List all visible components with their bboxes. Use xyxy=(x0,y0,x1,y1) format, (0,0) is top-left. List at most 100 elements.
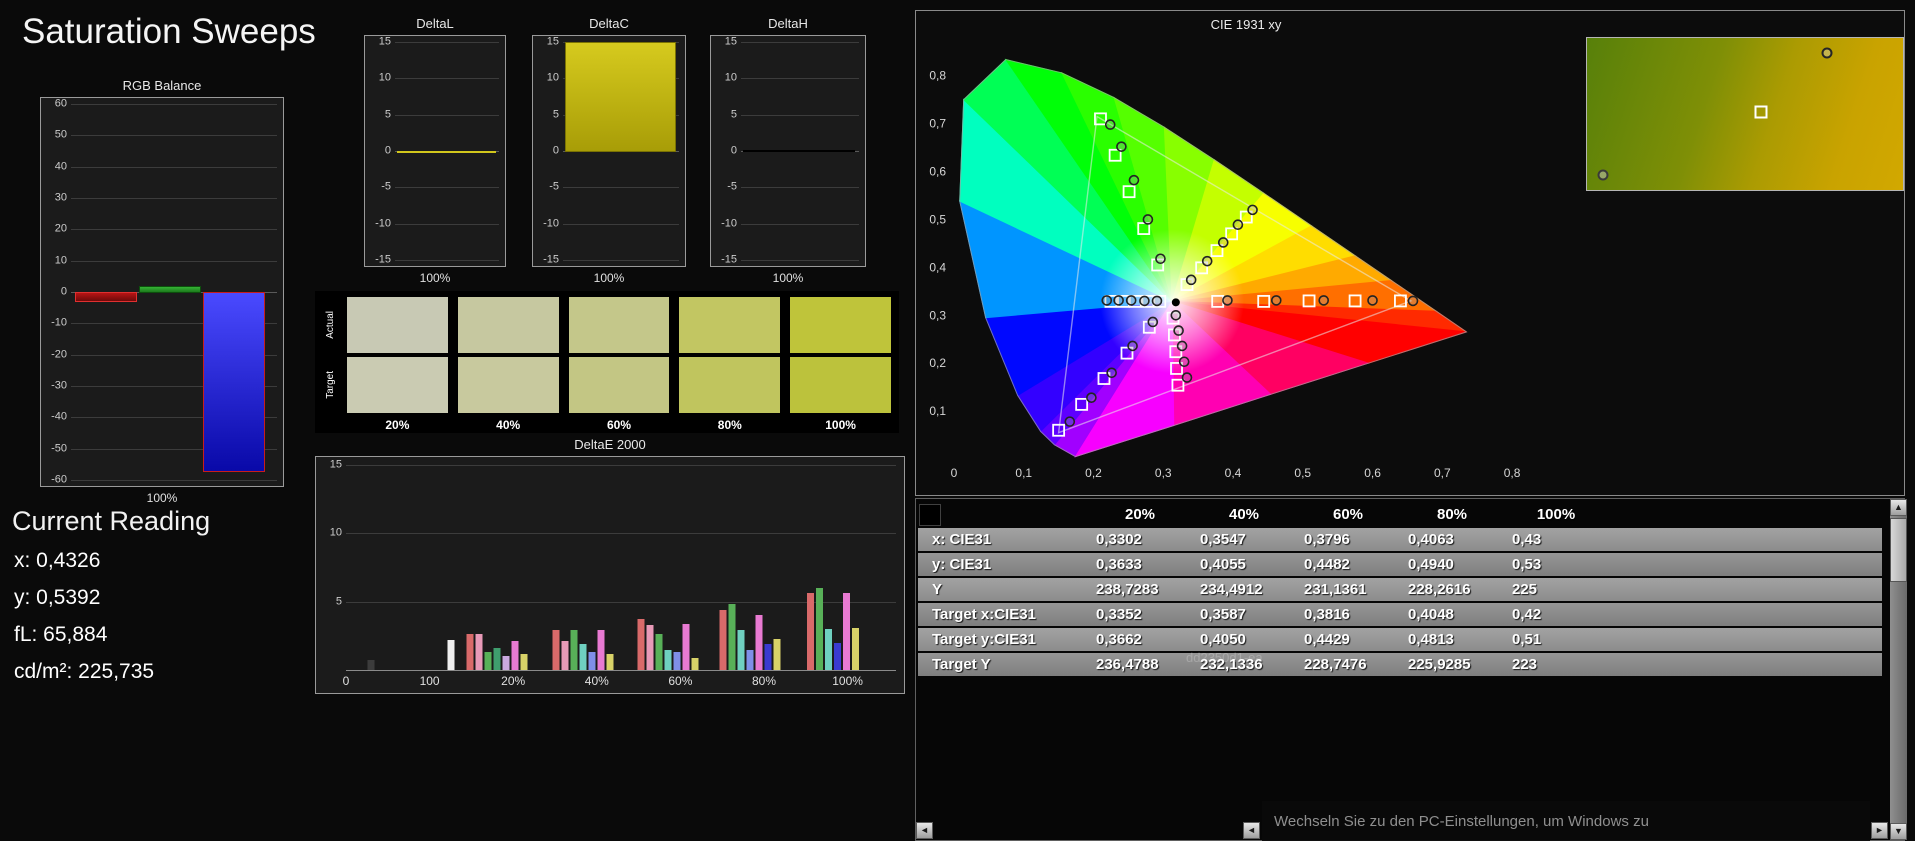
y-tick-label: 10 xyxy=(546,71,559,84)
y-tick-label: 15 xyxy=(546,35,559,48)
deltae-bar xyxy=(511,641,519,670)
vertical-scrollbar-thumb[interactable] xyxy=(1890,518,1907,582)
cie-x-tick: 0,5 xyxy=(1294,466,1311,480)
table-row: x: CIE31 0,3302 0,3547 0,3796 0,4063 0,43 xyxy=(918,528,1882,551)
y-tick-label: 15 xyxy=(329,458,342,471)
swatch-col-label: 80% xyxy=(717,418,742,432)
deltae-bar xyxy=(682,623,690,670)
y-tick-label: -5 xyxy=(727,180,737,193)
table-value-cell: 236,4788 xyxy=(1096,656,1159,673)
gridline xyxy=(741,78,859,80)
table-value-cell: 0,3547 xyxy=(1200,531,1246,548)
y-tick-label: -10 xyxy=(51,316,67,329)
swatch-target-100% xyxy=(790,357,891,413)
cie-x-tick: 0,2 xyxy=(1085,466,1102,480)
deltae-bar-group xyxy=(552,465,613,670)
rgb_balance-bar-green xyxy=(138,285,201,293)
deltae-bar xyxy=(579,644,586,670)
windows-activation-toast: Wechseln Sie zu den PC-Einstellungen, um… xyxy=(1262,801,1870,841)
deltae-bar xyxy=(646,624,654,670)
table-row-label: x: CIE31 xyxy=(932,531,992,548)
deltae-bar xyxy=(606,653,613,670)
scroll-down-button[interactable]: ▼ xyxy=(1890,823,1907,840)
swatch-col-label: 40% xyxy=(496,418,521,432)
table-row: Target y:CIE31 0,3662 0,4050 0,4429 0,4813 0,… xyxy=(918,628,1882,651)
delta-c-title: DeltaC xyxy=(589,16,629,31)
rgb-balance-xlabel: 100% xyxy=(146,491,178,505)
measured-point xyxy=(1142,214,1154,225)
deltae-bar xyxy=(764,644,772,670)
y-tick-label: 15 xyxy=(378,35,391,48)
y-tick-label: 5 xyxy=(730,108,737,121)
target-point-icon xyxy=(1754,105,1768,119)
cie-x-tick: 0,6 xyxy=(1364,466,1381,480)
table-row-label: Target x:CIE31 xyxy=(932,606,1036,623)
table-value-cell: 0,4050 xyxy=(1200,631,1246,648)
swatch-target-20% xyxy=(347,357,448,413)
deltae-bar xyxy=(570,630,577,670)
swatch-target-60% xyxy=(568,357,670,413)
gridline xyxy=(71,480,277,481)
saturation-swatch-panel: Actual Target 20% 40% 60% 80% 100% xyxy=(315,291,899,433)
deltae-bar xyxy=(755,615,763,670)
gridline xyxy=(395,223,499,225)
measured-point xyxy=(1139,295,1150,307)
swatch-col-label: 100% xyxy=(825,418,856,432)
table-row: Target x:CIE31 0,3352 0,3587 0,3816 0,4048 0,… xyxy=(918,603,1882,626)
measured-point xyxy=(1127,340,1138,352)
y-tick-label: -15 xyxy=(375,253,391,266)
y-tick-label: 60 xyxy=(54,97,67,110)
table-value-cell: 0,4429 xyxy=(1304,631,1350,648)
gridline xyxy=(395,78,499,80)
cie-zoom-inset xyxy=(1586,37,1904,191)
measured-point xyxy=(1151,295,1163,307)
deltae-bar xyxy=(815,588,823,670)
delta-l-plot: 15 10 5 0 -5 -10 -15 xyxy=(364,35,506,267)
swatch-col-label: 60% xyxy=(606,418,631,432)
deltae-bar-group xyxy=(806,465,859,670)
table-header-cell: 60% xyxy=(1332,506,1364,523)
y-tick-label: 5 xyxy=(552,108,559,121)
measured-point xyxy=(1113,295,1124,306)
scroll-up-button[interactable]: ▲ xyxy=(1890,499,1907,516)
scroll-right-button[interactable]: ► xyxy=(1871,822,1888,839)
measured-point xyxy=(1116,141,1127,152)
y-tick-label: -50 xyxy=(51,442,67,455)
rgb-balance-chart: RGB Balance 60 50 40 30 20 10 0 -10 -20 -30 -40 -50… xyxy=(40,78,284,505)
table-header-cell: 20% xyxy=(1124,506,1156,523)
cie-x-tick: 0,7 xyxy=(1434,466,1451,480)
y-tick-label: 30 xyxy=(54,191,67,204)
measured-point xyxy=(1128,174,1140,186)
table-value-cell: 0,4055 xyxy=(1200,556,1246,573)
delta_h-area: 15 10 5 0 -5 -10 -15 xyxy=(721,36,859,265)
x-tick-label: 60% xyxy=(668,674,693,688)
gridline xyxy=(563,223,679,225)
deltae-bar xyxy=(728,604,736,670)
results-table: 20% 40% 60% 80% 100% x: CIE31 0,3302 0,3547 0,37… xyxy=(918,503,1882,678)
rgb_balance-bar-blue xyxy=(202,292,265,472)
deltae-bar xyxy=(746,649,754,670)
deltae-bar xyxy=(597,630,604,670)
y-tick-label: -15 xyxy=(721,253,737,266)
gridline xyxy=(563,187,679,189)
deltae-bar xyxy=(719,609,727,670)
scroll-left-button-2[interactable]: ◄ xyxy=(1243,822,1260,839)
table-value-cell: 0,3302 xyxy=(1096,531,1142,548)
cie-x-tick: 0,1 xyxy=(1015,466,1032,480)
delta-h-plot: 15 10 5 0 -5 -10 -15 xyxy=(710,35,866,267)
measured-point-icon xyxy=(1821,47,1833,59)
measured-white-point xyxy=(1171,298,1180,307)
y-tick-label: 0 xyxy=(60,285,67,298)
current-reading-cdm2: cd/m²: 225,735 xyxy=(14,660,155,683)
measured-point xyxy=(1185,274,1197,286)
measured-point xyxy=(1106,367,1117,379)
gridline xyxy=(741,114,859,116)
table-value-cell: 0,3633 xyxy=(1096,556,1142,573)
gridline xyxy=(395,260,499,261)
measured-point xyxy=(1407,295,1419,307)
gridline xyxy=(71,260,277,262)
swatch-actual-100% xyxy=(790,297,891,353)
deltae-2000-plot: 5 10 15 0 100 20% 40% 60% 80% 100% xyxy=(315,456,905,694)
scroll-left-button[interactable]: ◄ xyxy=(916,822,933,839)
delta_c-bar-value xyxy=(565,42,676,152)
